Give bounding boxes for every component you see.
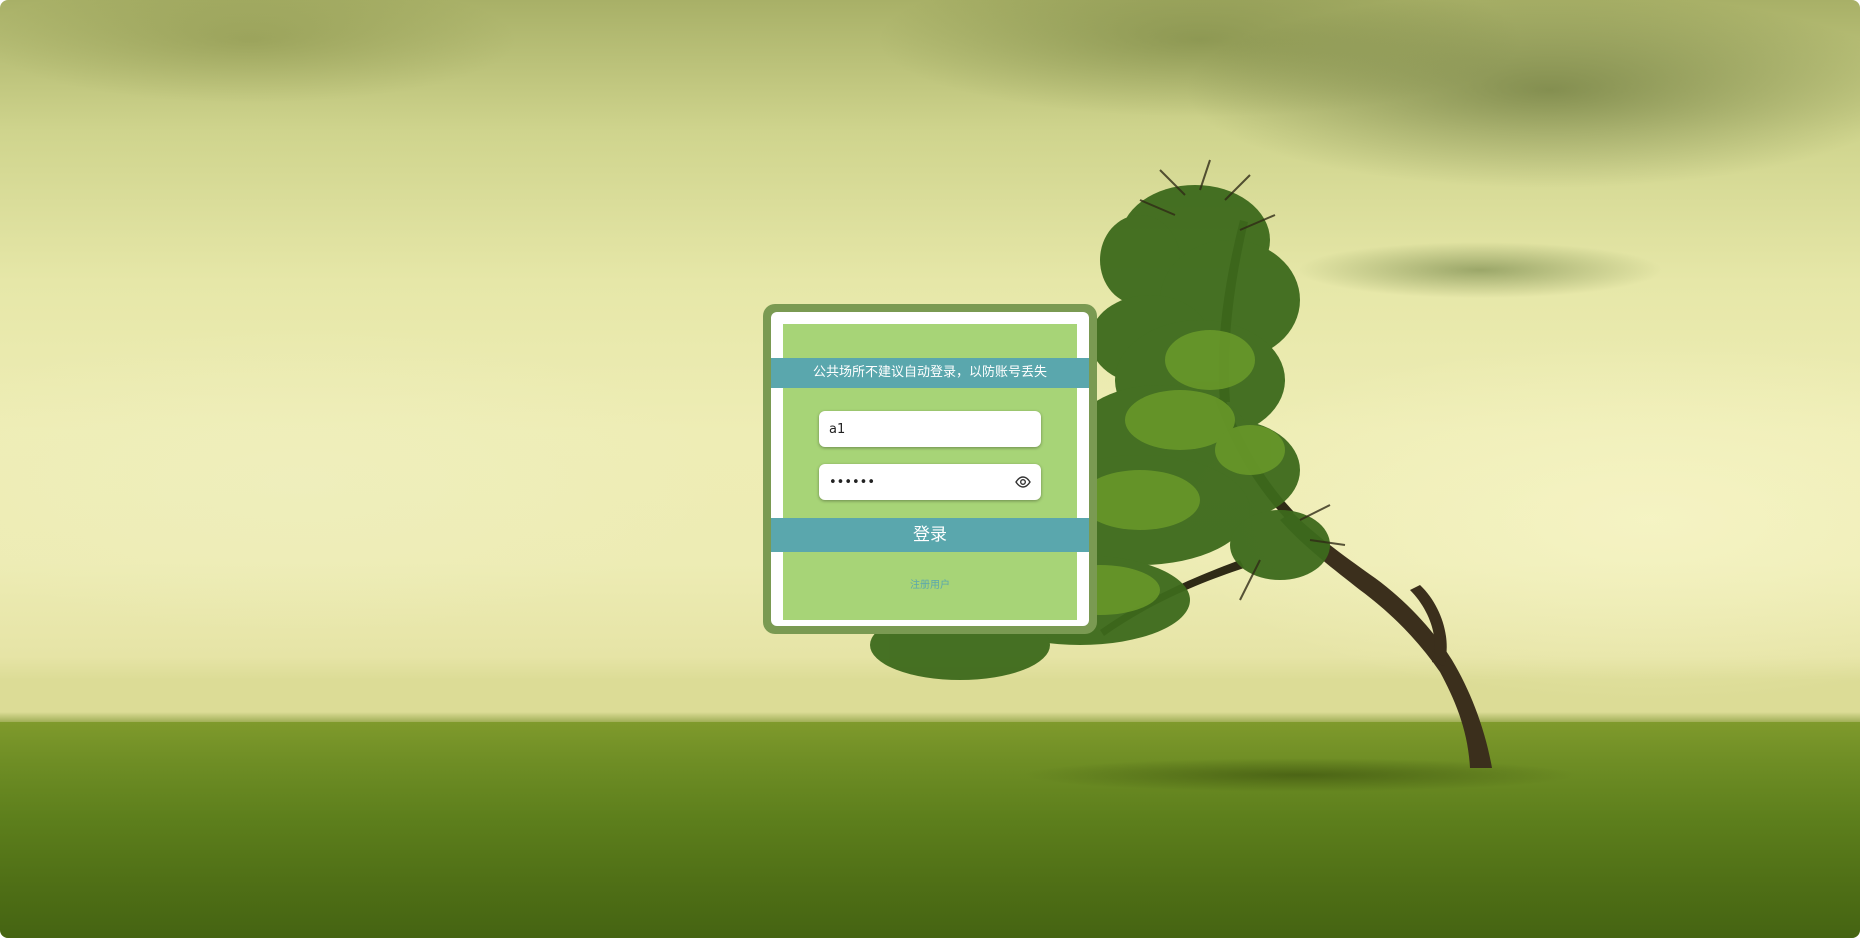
username-field-wrapper xyxy=(819,411,1041,447)
register-link[interactable]: 注册用户 xyxy=(763,576,1097,591)
password-field-wrapper xyxy=(819,464,1041,500)
password-input[interactable] xyxy=(829,464,1009,500)
auto-login-notice: 公共场所不建议自动登录，以防账号丢失 xyxy=(771,358,1089,388)
eye-icon[interactable] xyxy=(1015,475,1031,489)
login-card: 公共场所不建议自动登录，以防账号丢失 登录 注册用户 xyxy=(763,304,1097,634)
login-button[interactable]: 登录 xyxy=(771,518,1089,552)
username-input[interactable] xyxy=(829,411,1009,447)
